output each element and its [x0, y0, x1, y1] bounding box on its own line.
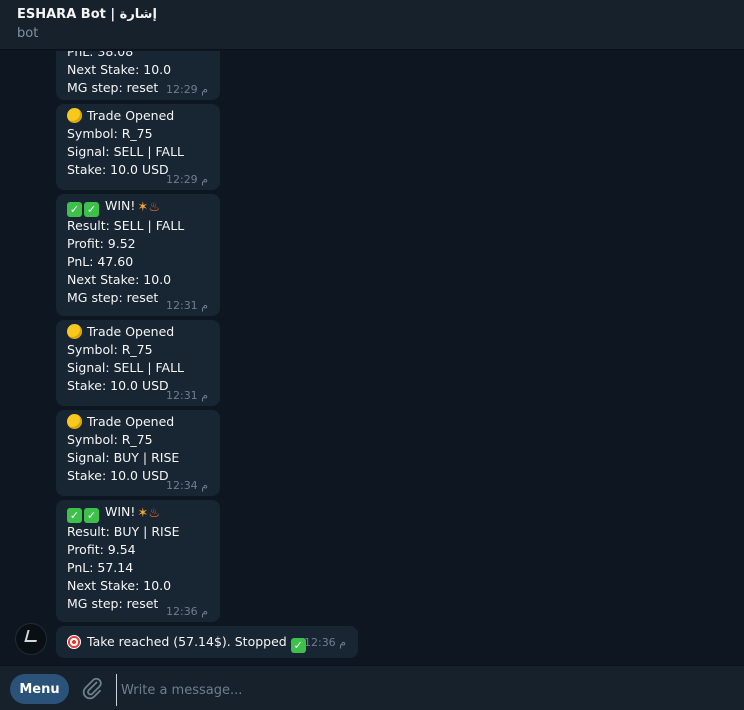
message-line: Symbol: R_75	[67, 342, 153, 357]
message-bubble[interactable]: Trade Opened Symbol: R_75 Signal: SELL |…	[56, 104, 220, 190]
message-line: Trade Opened	[87, 324, 175, 339]
party-popper-icon: ✶	[137, 200, 149, 215]
message-line: Profit: 9.52	[67, 236, 136, 251]
message-time: 12:29 م	[165, 83, 208, 96]
message-line: Result: SELL | FALL	[67, 218, 185, 233]
message-line: Symbol: R_75	[67, 126, 153, 141]
message-time: 12:36 م	[303, 636, 346, 649]
chat-title: ESHARA Bot | إشارة	[17, 7, 157, 22]
message-line: Result: BUY | RISE	[67, 524, 180, 539]
logo-icon	[24, 630, 40, 642]
yellow-circle-icon	[67, 414, 82, 429]
message-line: WIN!	[104, 198, 136, 213]
message-line: PnL: 57.14	[67, 560, 134, 575]
message-line: WIN!	[104, 504, 136, 519]
message-time: 12:31 م	[165, 299, 208, 312]
composer-bar: Menu	[0, 665, 744, 710]
message-line: PnL: 38.08	[67, 51, 134, 59]
menu-button[interactable]: Menu	[10, 674, 69, 704]
message-bubble[interactable]: ✓ ✓ WIN! ✶♨ Result: BUY | RISE Profit: 9.5…	[56, 500, 220, 622]
message-time: 12:36 م	[165, 605, 208, 618]
message-line: Trade Opened	[87, 414, 175, 429]
message-line: Signal: SELL | FALL	[67, 360, 185, 375]
message-line: Next Stake: 10.0	[67, 62, 172, 77]
chat-header[interactable]: ESHARA Bot | إشارة bot	[0, 0, 744, 50]
message-bubble[interactable]: Trade Opened Symbol: R_75 Signal: BUY | …	[56, 410, 220, 496]
check-mark-icon: ✓	[67, 508, 82, 523]
message-line: Profit: 9.54	[67, 542, 136, 557]
chat-subtitle: bot	[17, 26, 39, 41]
party-popper-icon: ✶	[137, 506, 149, 521]
message-line: Signal: BUY | RISE	[67, 450, 180, 465]
message-line: Next Stake: 10.0	[67, 272, 172, 287]
check-mark-icon: ✓	[84, 202, 99, 217]
fire-icon: ♨	[148, 506, 160, 521]
message-line: Take reached (57.14$). Stopped	[87, 634, 287, 649]
message-input[interactable]	[116, 674, 733, 706]
message-line: Symbol: R_75	[67, 432, 153, 447]
message-list[interactable]: PnL: 38.08 Next Stake: 10.0 MG step: res…	[0, 51, 744, 665]
yellow-circle-icon	[67, 324, 82, 339]
message-line: PnL: 47.60	[67, 254, 134, 269]
message-time: 12:34 م	[165, 479, 208, 492]
direct-hit-icon	[67, 635, 81, 649]
yellow-circle-icon	[67, 108, 82, 123]
message-bubble[interactable]: Take reached (57.14$). Stopped ✓ 12:36 م	[56, 626, 358, 658]
check-mark-icon: ✓	[67, 202, 82, 217]
message-bubble[interactable]: PnL: 38.08 Next Stake: 10.0 MG step: res…	[56, 51, 220, 100]
message-line: Signal: SELL | FALL	[67, 144, 185, 159]
message-line: Trade Opened	[87, 108, 175, 123]
message-line: Next Stake: 10.0	[67, 578, 172, 593]
message-time: 12:31 م	[165, 389, 208, 402]
message-time: 12:29 م	[165, 173, 208, 186]
paperclip-icon[interactable]	[80, 676, 104, 700]
bot-avatar[interactable]	[15, 623, 47, 655]
message-bubble[interactable]: ✓ ✓ WIN! ✶♨ Result: SELL | FALL Profit: 9.…	[56, 194, 220, 316]
check-mark-icon: ✓	[84, 508, 99, 523]
message-bubble[interactable]: Trade Opened Symbol: R_75 Signal: SELL |…	[56, 320, 220, 406]
fire-icon: ♨	[148, 200, 160, 215]
